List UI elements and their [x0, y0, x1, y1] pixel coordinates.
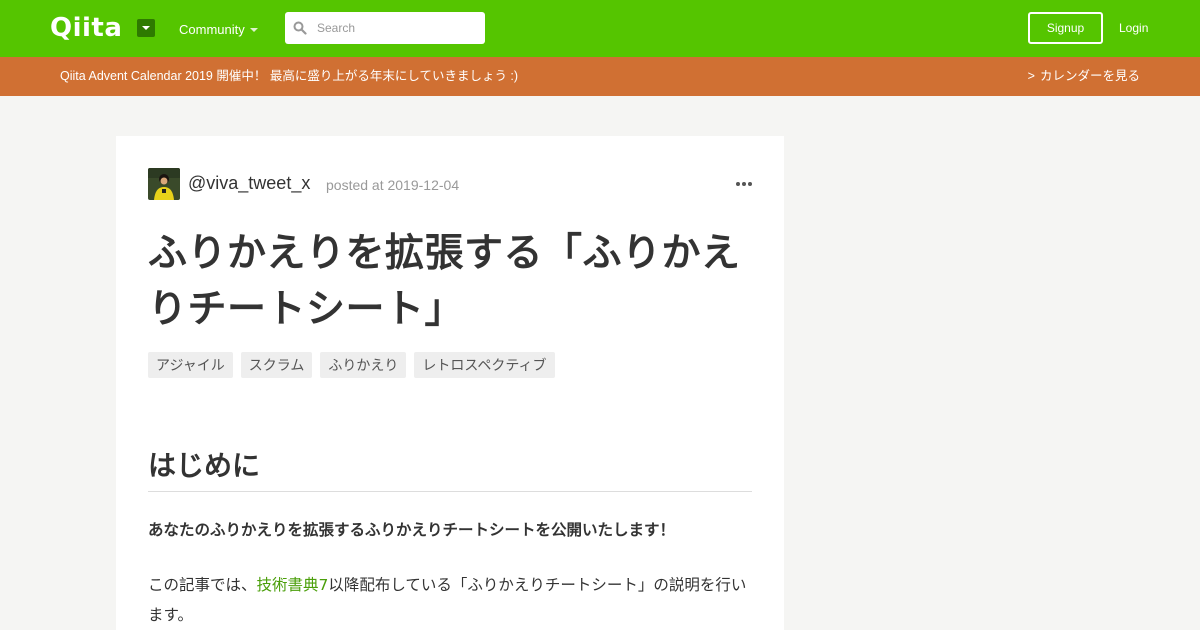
search-input[interactable]	[285, 12, 485, 44]
lead-paragraph: あなたのふりかえりを拡張するふりかえりチートシートを公開いたします！	[148, 521, 676, 539]
calendar-link-label: カレンダーを見る	[1039, 69, 1140, 83]
tag-item[interactable]: アジャイル	[148, 352, 233, 378]
global-header: Qiita Community Signup Login	[0, 0, 1200, 57]
search-icon	[293, 21, 307, 35]
banner-text: Qiita Advent Calendar 2019 開催中！ 最高に盛り上がる…	[60, 69, 519, 83]
community-menu-label[interactable]: Community	[179, 22, 245, 38]
body-paragraph: この記事では、技術書典7以降配布している「ふりかえりチートシート」の説明を行いま…	[148, 570, 754, 630]
gijutsushoten-link[interactable]: 技術書典7	[257, 576, 329, 594]
advent-calendar-banner: Qiita Advent Calendar 2019 開催中！ 最高に盛り上がる…	[0, 57, 1200, 96]
caret-down-icon[interactable]	[250, 28, 258, 32]
calendar-link[interactable]: > カレンダーを見る	[1028, 69, 1140, 84]
chevron-right-icon: >	[1027, 69, 1035, 83]
signup-button[interactable]: Signup	[1028, 12, 1103, 44]
article-card: @viva_tweet_x posted at 2019-12-04 ふりかえり…	[116, 136, 784, 630]
tag-item[interactable]: レトロスペクティブ	[414, 352, 555, 378]
tag-list: アジャイル スクラム ふりかえり レトロスペクティブ	[148, 352, 555, 378]
posted-date: posted at 2019-12-04	[326, 177, 460, 193]
more-dots-icon[interactable]	[736, 182, 752, 187]
tag-item[interactable]: スクラム	[240, 352, 313, 378]
login-link[interactable]: Login	[1119, 20, 1148, 36]
author-name[interactable]: @viva_tweet_x	[188, 173, 310, 193]
heading-divider	[148, 491, 752, 492]
section-heading: はじめに	[148, 449, 261, 482]
paragraph-text: この記事では、	[148, 576, 257, 594]
qiita-logo[interactable]: Qiita	[50, 14, 122, 42]
avatar[interactable]	[148, 168, 180, 200]
tag-item[interactable]: ふりかえり	[320, 352, 407, 378]
logo-dropdown-icon[interactable]	[137, 19, 155, 37]
article-title: ふりかえりを拡張する「ふりかえりチートシート」	[148, 231, 741, 332]
